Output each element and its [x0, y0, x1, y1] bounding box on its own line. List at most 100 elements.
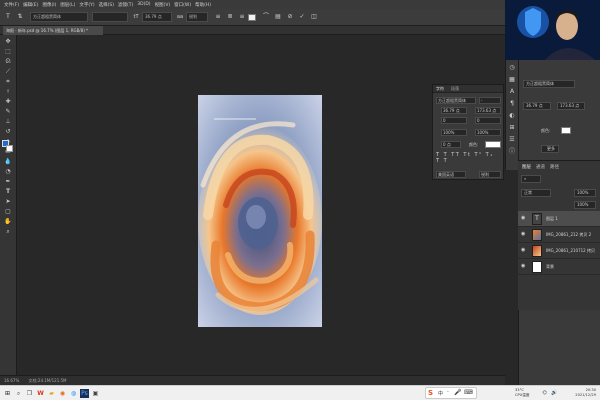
- antialias-select[interactable]: 锐利: [186, 12, 208, 22]
- menu-type[interactable]: 文字(Y): [79, 2, 94, 8]
- keyboard-icon[interactable]: ⌨: [464, 389, 473, 396]
- 3d-icon[interactable]: ◫: [310, 13, 318, 21]
- network-icon[interactable]: ⌬: [540, 389, 549, 398]
- layer-row[interactable]: ◉ 背景: [518, 259, 600, 275]
- char-size-field[interactable]: 36.79 点: [441, 107, 467, 114]
- visibility-eye-icon[interactable]: ◉: [521, 247, 528, 254]
- prop-leading-field[interactable]: 173.63 点: [557, 102, 585, 110]
- char-leading-field[interactable]: 173.63 点: [475, 107, 501, 114]
- prop-size-field[interactable]: 36.79 点: [523, 102, 551, 110]
- menu-select[interactable]: 选择(S): [99, 2, 114, 8]
- ime-lang-icon[interactable]: 中: [438, 390, 443, 397]
- zoom-tool-icon[interactable]: ⌕: [4, 228, 12, 236]
- layer-row[interactable]: ◉ IMG_20861_210712 拷贝: [518, 243, 600, 259]
- menu-help[interactable]: 帮助(H): [195, 2, 211, 8]
- swatches-icon[interactable]: ▦: [508, 76, 516, 84]
- character-icon[interactable]: A: [508, 88, 516, 96]
- char-color-swatch[interactable]: [485, 141, 501, 148]
- lasso-tool-icon[interactable]: ᘏ: [4, 58, 12, 66]
- char-kerning-field[interactable]: 0: [441, 117, 467, 124]
- char-tracking-field[interactable]: 0: [475, 117, 501, 124]
- prop-color-swatch[interactable]: [561, 127, 571, 134]
- char-language-select[interactable]: 美国英语: [436, 171, 466, 178]
- visibility-eye-icon[interactable]: ◉: [521, 231, 528, 238]
- document-canvas[interactable]: [198, 95, 322, 327]
- dodge-tool-icon[interactable]: ◔: [4, 168, 12, 176]
- history-icon[interactable]: ◷: [508, 64, 516, 72]
- search-icon[interactable]: ⌕: [14, 389, 23, 398]
- browser-icon[interactable]: ◉: [58, 389, 67, 398]
- input-method-bar[interactable]: S 中 · 🎤 ⌨: [425, 387, 477, 399]
- shape-tool-icon[interactable]: ▢: [4, 208, 12, 216]
- healing-tool-icon[interactable]: ✚: [4, 98, 12, 106]
- menu-layer[interactable]: 图层(L): [60, 2, 75, 8]
- zoom-level[interactable]: 16.67%: [4, 378, 19, 383]
- info-icon[interactable]: ⓘ: [508, 148, 516, 156]
- text-orientation-icon[interactable]: ⇅: [16, 13, 24, 21]
- tab-channels[interactable]: 通道: [536, 164, 545, 170]
- document-tab[interactable]: 海报 · 新年.psd @ 16.7% (图层 1, RGB/8) *: [3, 26, 103, 35]
- properties-icon[interactable]: ⊞: [508, 124, 516, 132]
- app-icon[interactable]: ▣: [91, 389, 100, 398]
- pen-tool-icon[interactable]: ✒: [4, 178, 12, 186]
- layer-row[interactable]: ◉ IMG_20861_212 拷贝 2: [518, 227, 600, 243]
- prop-font-field[interactable]: 方正超粗黑简体: [523, 80, 575, 88]
- hand-tool-icon[interactable]: ✋: [4, 218, 12, 226]
- char-style-field[interactable]: -: [479, 97, 501, 104]
- fill-field[interactable]: 100%: [574, 201, 596, 209]
- align-right-icon[interactable]: ≡: [238, 13, 246, 21]
- adjustments-icon[interactable]: ◐: [508, 112, 516, 120]
- background-color-swatch[interactable]: [6, 145, 13, 152]
- tab-layers[interactable]: 图层: [522, 164, 531, 170]
- menu-file[interactable]: 文件(F): [4, 2, 19, 8]
- crop-tool-icon[interactable]: ⌗: [4, 78, 12, 86]
- layer-row[interactable]: ◉ T 图层 1: [518, 211, 600, 227]
- blend-mode-select[interactable]: 正常: [521, 189, 551, 197]
- eyedropper-tool-icon[interactable]: ⟊: [4, 88, 12, 96]
- type-tool-icon[interactable]: T: [4, 13, 12, 21]
- menu-view[interactable]: 视图(V): [155, 2, 171, 8]
- text-color-swatch[interactable]: [248, 14, 256, 21]
- char-antialias-select[interactable]: 锐利: [479, 171, 501, 178]
- clock[interactable]: 20:30 2021/12/29: [575, 388, 596, 398]
- type-tool-icon[interactable]: T: [4, 188, 12, 196]
- volume-icon[interactable]: 🔊: [550, 389, 559, 398]
- brush-tool-icon[interactable]: ✎: [4, 108, 12, 116]
- layer-filter-select[interactable]: ⌕: [521, 175, 541, 183]
- photoshop-icon[interactable]: Ps: [80, 389, 89, 398]
- microphone-icon[interactable]: 🎤: [454, 389, 461, 396]
- blur-tool-icon[interactable]: 💧: [4, 158, 12, 166]
- visibility-eye-icon[interactable]: ◉: [521, 215, 528, 222]
- warp-text-icon[interactable]: ⌒: [262, 13, 270, 21]
- char-hscale-field[interactable]: 100%: [475, 129, 501, 136]
- prop-more-button[interactable]: 更多: [541, 145, 559, 153]
- document-info[interactable]: 文档:24.1M/121.5M: [29, 378, 67, 383]
- font-family-select[interactable]: 方正超粗黑简体: [30, 12, 88, 22]
- font-style-select[interactable]: [92, 12, 128, 22]
- path-select-tool-icon[interactable]: ➤: [4, 198, 12, 206]
- font-size-field[interactable]: 36.79 点: [142, 12, 172, 22]
- character-panel-icon[interactable]: ▤: [274, 13, 282, 21]
- chat-icon[interactable]: ◍: [69, 389, 78, 398]
- windows-start-icon[interactable]: ⊞: [3, 389, 12, 398]
- ime-punct-icon[interactable]: ·: [447, 389, 449, 396]
- tab-paragraph[interactable]: 段落: [451, 86, 459, 92]
- menu-filter[interactable]: 滤镜(T): [118, 2, 133, 8]
- char-baseline-field[interactable]: 0 点: [441, 141, 461, 148]
- menu-image[interactable]: 图像(I): [42, 2, 56, 8]
- menu-edit[interactable]: 编辑(E): [23, 2, 38, 8]
- align-left-icon[interactable]: ≡: [214, 13, 222, 21]
- wps-icon[interactable]: W: [36, 389, 45, 398]
- tab-character[interactable]: 字符: [436, 86, 444, 92]
- quick-select-tool-icon[interactable]: ⟋: [4, 68, 12, 76]
- char-style-buttons[interactable]: T T TT Tt T¹ T₁ T T: [436, 152, 501, 164]
- folder-icon[interactable]: ▰: [47, 389, 56, 398]
- commit-icon[interactable]: ✓: [298, 13, 306, 21]
- char-vscale-field[interactable]: 100%: [441, 129, 467, 136]
- opacity-field[interactable]: 100%: [574, 189, 596, 197]
- paragraph-icon[interactable]: ¶: [508, 100, 516, 108]
- channels-icon[interactable]: ☰: [508, 136, 516, 144]
- visibility-eye-icon[interactable]: ◉: [521, 263, 528, 270]
- char-font-field[interactable]: 方正超粗黑简体: [436, 97, 476, 104]
- marquee-tool-icon[interactable]: ⬚: [4, 48, 12, 56]
